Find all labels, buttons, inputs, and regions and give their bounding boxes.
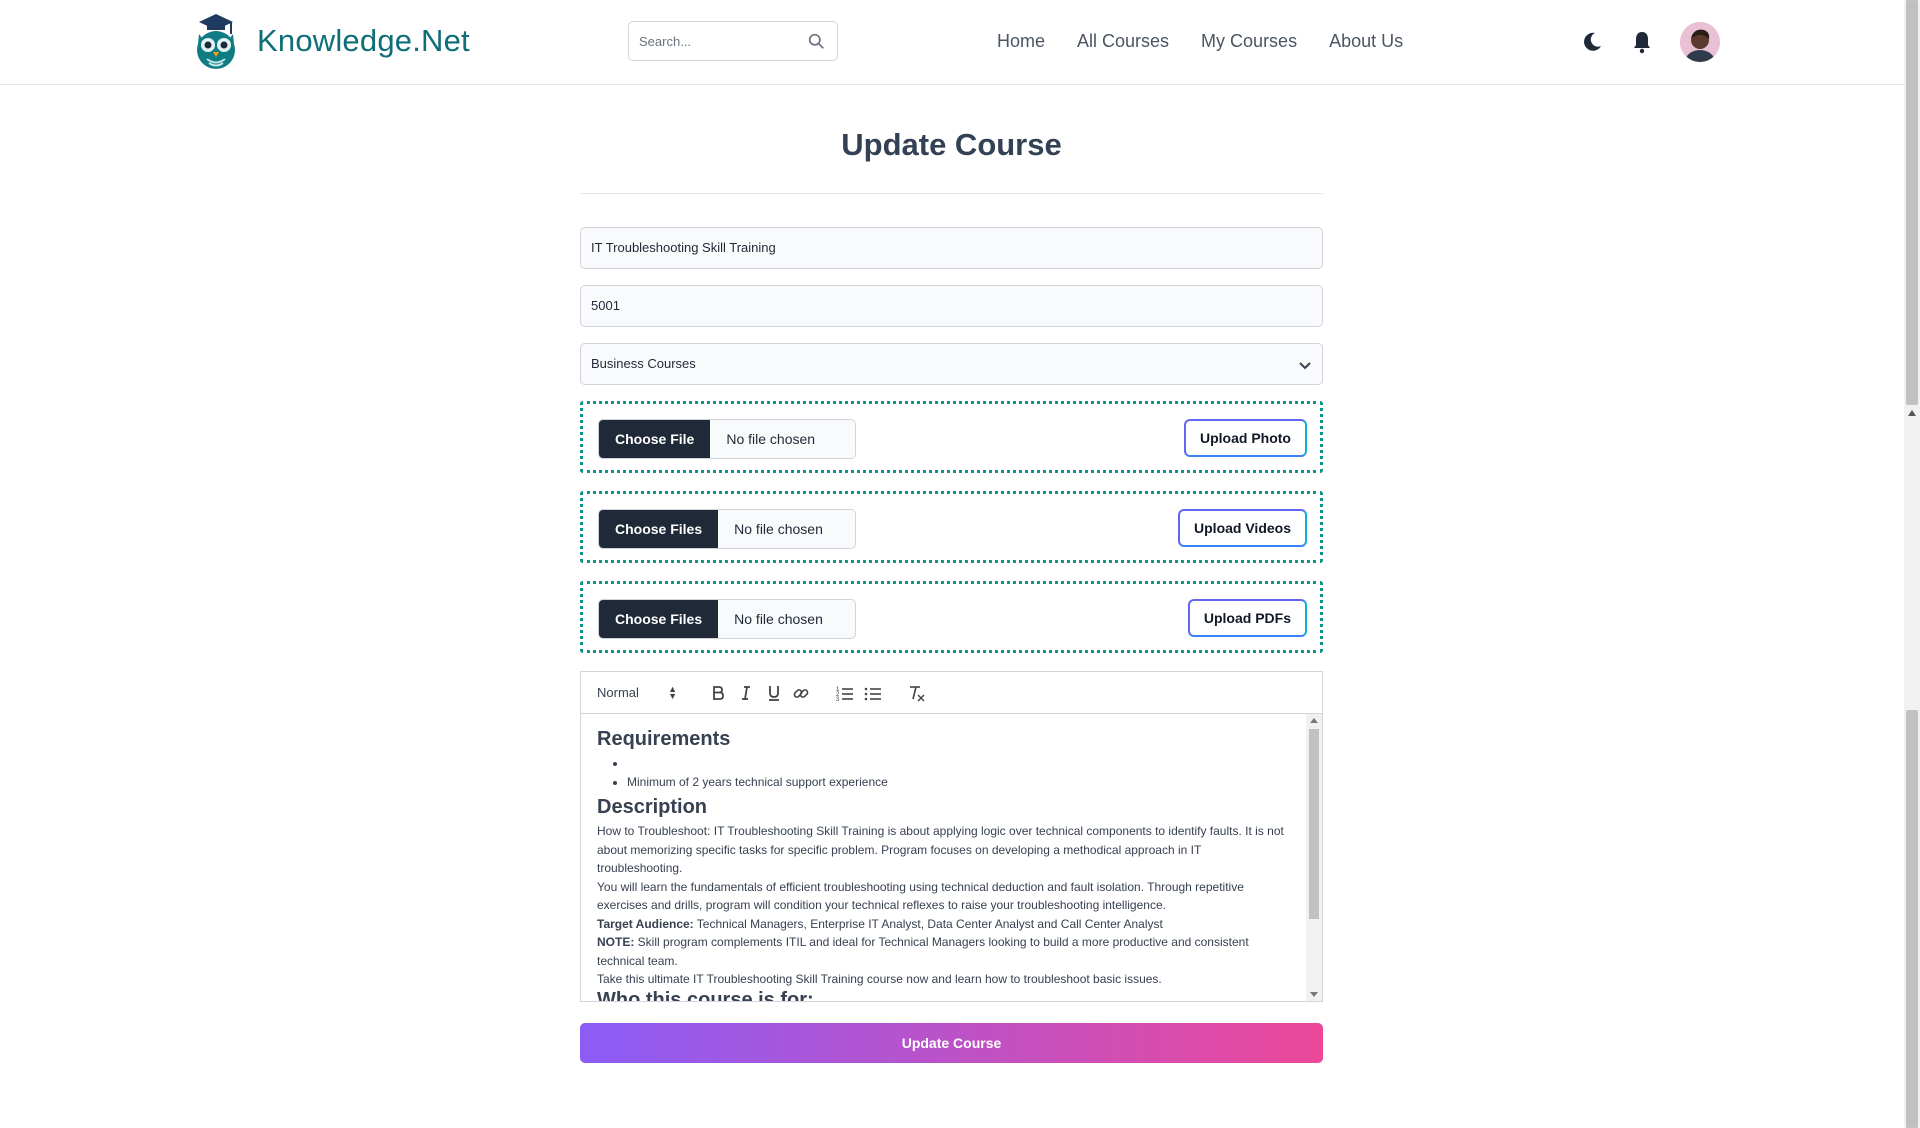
target-audience-line: Target Audience: Technical Managers, Ent… [597, 915, 1287, 934]
format-select[interactable]: Normal ▲ ▼ [597, 684, 677, 701]
ordered-list-icon[interactable]: 123 [835, 683, 855, 703]
category-selected-value: Business Courses [591, 356, 696, 371]
underline-icon[interactable] [764, 683, 784, 703]
choose-file-button[interactable]: Choose File [599, 420, 711, 458]
nav-home[interactable]: Home [997, 31, 1045, 52]
video-upload-box: Choose Files No file chosen Upload Video… [580, 491, 1323, 563]
upload-pdfs-button[interactable]: Upload PDFs [1187, 599, 1307, 637]
brand[interactable]: Knowledge.Net [193, 12, 470, 70]
brand-name: Knowledge.Net [257, 23, 470, 58]
requirements-heading: Requirements [597, 728, 731, 750]
photo-upload-box: Choose File No file chosen Upload Photo [580, 401, 1323, 473]
pdf-upload-box: Choose Files No file chosen Upload PDFs [580, 581, 1323, 653]
link-icon[interactable] [791, 683, 811, 703]
course-name-field[interactable]: IT Troubleshooting Skill Training [580, 227, 1323, 269]
photo-file-input[interactable]: Choose File No file chosen [598, 419, 856, 459]
choose-files-button[interactable]: Choose Files [599, 600, 719, 638]
divider [580, 193, 1323, 194]
rich-text-editor: Normal ▲▼ 123 Requirements Mi [580, 671, 1323, 1002]
video-file-input[interactable]: Choose Files No file chosen [598, 509, 856, 549]
closing-paragraph: Take this ultimate IT Troubleshooting Sk… [597, 972, 1162, 986]
list-item [627, 754, 1287, 773]
scroll-arrow-up-icon[interactable] [1908, 410, 1916, 416]
update-course-button[interactable]: Update Course [580, 1023, 1323, 1063]
scroll-arrow-down-icon[interactable] [1310, 992, 1318, 997]
avatar[interactable] [1680, 22, 1720, 62]
file-status: No file chosen [734, 611, 823, 627]
bell-icon[interactable] [1630, 30, 1654, 54]
nav-actions [1580, 22, 1720, 62]
note-text: Skill program complements ITIL and ideal… [597, 935, 1249, 968]
nav-my-courses[interactable]: My Courses [1201, 31, 1297, 52]
nav-all-courses[interactable]: All Courses [1077, 31, 1169, 52]
bullet-list-icon[interactable] [863, 683, 883, 703]
search-box [628, 21, 838, 61]
file-status: No file chosen [726, 431, 816, 447]
list-item: Minimum of 2 years technical support exp… [627, 773, 1287, 792]
page-title: Update Course [841, 127, 1062, 162]
pdf-file-input[interactable]: Choose Files No file chosen [598, 599, 856, 639]
chevron-down-icon [1299, 362, 1311, 370]
search-input[interactable] [629, 22, 819, 60]
editor-toolbar: Normal ▲ ▼ 123 [581, 672, 1322, 714]
navbar: Knowledge.Net Home All Courses My Course… [0, 0, 1904, 85]
target-audience-label: Target Audience: [597, 916, 694, 931]
target-audience-text: Technical Managers, Enterprise IT Analys… [693, 916, 1163, 931]
description-paragraph: How to Troubleshoot: IT Troubleshooting … [597, 824, 1284, 875]
who-heading: Who this course is for: [597, 988, 814, 1002]
upload-photo-button[interactable]: Upload Photo [1184, 419, 1307, 457]
page-scrollbar[interactable] [1904, 0, 1920, 1128]
scroll-arrow-up-icon[interactable] [1310, 718, 1318, 723]
clear-format-icon[interactable] [906, 683, 926, 703]
svg-text:3: 3 [836, 697, 840, 703]
main-nav: Home All Courses My Courses About Us [997, 31, 1435, 52]
description-paragraph: You will learn the fundamentals of effic… [597, 879, 1244, 913]
category-select[interactable]: Business Courses [580, 343, 1323, 385]
choose-files-button[interactable]: Choose Files [599, 510, 719, 548]
format-select-value: Normal [597, 685, 639, 700]
note-label: NOTE: [597, 935, 635, 949]
scroll-thumb[interactable] [1309, 729, 1319, 919]
editor-scrollbar[interactable] [1306, 714, 1322, 1001]
owl-logo-icon [197, 14, 235, 69]
updown-icon: ▲ ▼ [668, 684, 677, 701]
nav-about-us[interactable]: About Us [1329, 31, 1403, 52]
requirements-list: Minimum of 2 years technical support exp… [597, 754, 1287, 792]
scroll-thumb[interactable] [1906, 0, 1918, 405]
course-price-field[interactable]: 5001 [580, 285, 1323, 327]
italic-icon[interactable] [736, 683, 756, 703]
scroll-thumb[interactable] [1906, 710, 1918, 1128]
moon-icon[interactable] [1580, 30, 1604, 54]
upload-videos-button[interactable]: Upload Videos [1178, 509, 1307, 547]
note-line: NOTE: Skill program complements ITIL and… [597, 933, 1287, 970]
editor-content-area[interactable]: Requirements Minimum of 2 years technica… [581, 714, 1322, 1001]
search-icon[interactable] [808, 33, 825, 50]
bold-icon[interactable] [708, 683, 728, 703]
description-heading: Description [597, 796, 708, 818]
file-status: No file chosen [734, 521, 823, 537]
